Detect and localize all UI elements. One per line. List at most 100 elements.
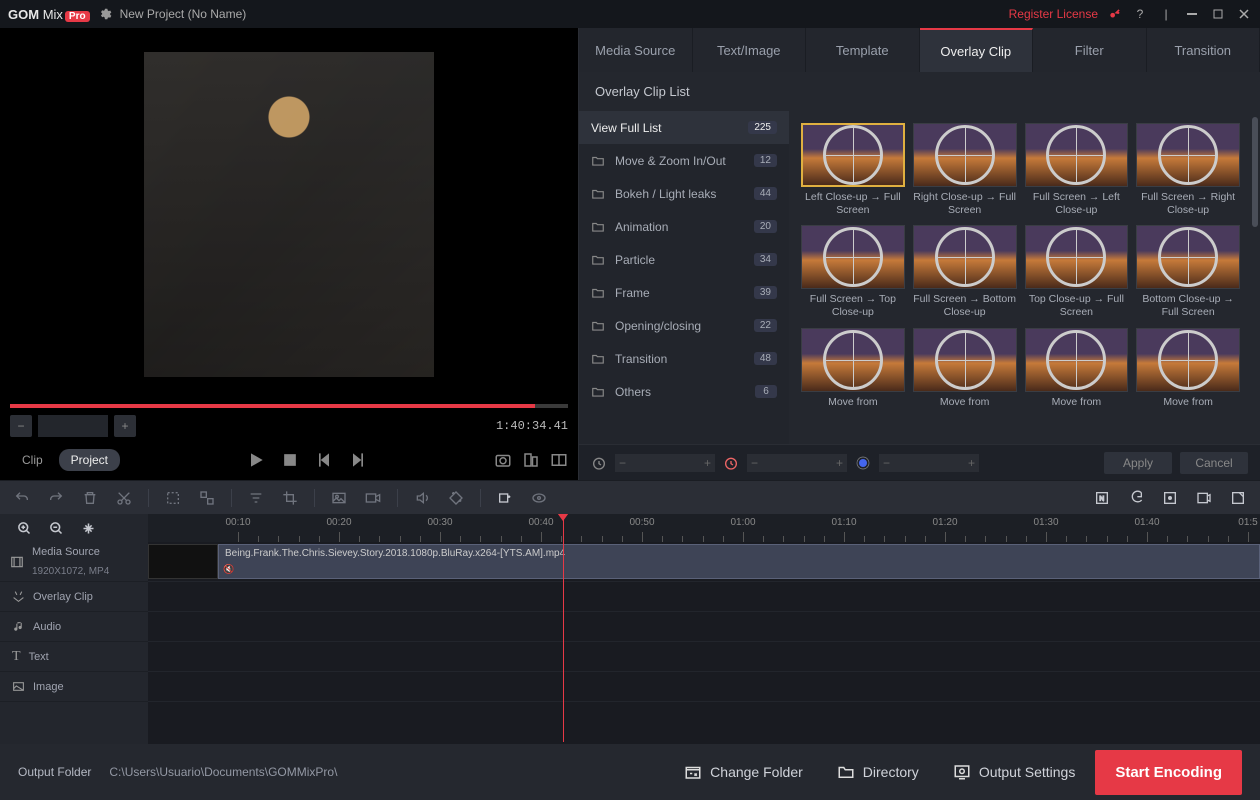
track-head-audio[interactable]: Audio [0,612,148,642]
panel-title: Overlay Clip List [579,72,1260,111]
timeline-ruler[interactable]: 00:1000:2000:3000:4000:5001:0001:1001:20… [148,514,1260,542]
delete-icon[interactable] [80,488,100,508]
duration-slider[interactable]: −+ [747,454,847,472]
media-clip[interactable]: Being.Frank.The.Chris.Sievey.Story.2018.… [218,544,1260,579]
track-head-text[interactable]: TText [0,642,148,672]
fit-icon[interactable] [78,518,98,538]
overlay-card[interactable]: Left Close-up → Full Screen [801,123,905,217]
text-lane[interactable] [148,642,1260,672]
select-icon[interactable] [163,488,183,508]
category-bokeh-light-leaks[interactable]: Bokeh / Light leaks44 [579,177,789,210]
overlay-card[interactable]: Move from [801,328,905,409]
svg-text:N: N [1099,495,1104,502]
image-lane[interactable] [148,672,1260,702]
category-opening-closing[interactable]: Opening/closing22 [579,309,789,342]
project-title: New Project (No Name) [120,7,247,21]
overlay-card[interactable]: Full Screen → Top Close-up [801,225,905,319]
tool-r3-icon[interactable] [1160,488,1180,508]
mode-project[interactable]: Project [59,449,120,471]
overlay-card[interactable]: Move from [913,328,1017,409]
output-settings-button[interactable]: Output Settings [939,755,1090,789]
close-icon[interactable] [1236,6,1252,22]
overlay-card[interactable]: Bottom Close-up → Full Screen [1136,225,1240,319]
output-folder-path: C:\Users\Usuario\Documents\GOMMixPro\ [109,765,337,779]
clip-thumb[interactable] [148,544,218,579]
category-transition[interactable]: Transition48 [579,342,789,375]
stepper-input[interactable] [38,415,108,437]
overlay-card[interactable]: Move from [1136,328,1240,409]
stop-icon[interactable] [280,450,300,470]
apply-button[interactable]: Apply [1104,452,1172,474]
overlay-lane[interactable] [148,582,1260,612]
tab-text-image[interactable]: Text/Image [693,28,807,72]
next-frame-icon[interactable] [348,450,368,470]
timecode: 1:40:34.41 [496,419,568,433]
maximize-icon[interactable] [1210,6,1226,22]
tab-overlay-clip[interactable]: Overlay Clip [920,28,1034,72]
tool-r5-icon[interactable] [1228,488,1248,508]
group-icon[interactable] [197,488,217,508]
screenshot-icon[interactable] [494,451,512,469]
start-encoding-button[interactable]: Start Encoding [1095,750,1242,795]
video-preview[interactable] [10,28,568,400]
overlay-card[interactable]: Right Close-up → Full Screen [913,123,1017,217]
mode-clip[interactable]: Clip [10,449,55,471]
tab-filter[interactable]: Filter [1033,28,1147,72]
snap-icon[interactable] [495,488,515,508]
track-head-image[interactable]: Image [0,672,148,702]
mute-icon[interactable]: 🔇 [223,564,234,575]
overlay-card[interactable]: Move from [1025,328,1129,409]
scrub-bar[interactable] [10,404,568,408]
category-view-full-list[interactable]: View Full List225 [579,111,789,144]
category-frame[interactable]: Frame39 [579,276,789,309]
image-tool-icon[interactable] [329,488,349,508]
track-head-media[interactable]: Media Source 1920X1072, MP4 [0,542,148,582]
overlay-card[interactable]: Top Close-up → Full Screen [1025,225,1129,319]
track-head-overlay[interactable]: Overlay Clip [0,582,148,612]
undo-icon[interactable] [12,488,32,508]
prev-frame-icon[interactable] [314,450,334,470]
overlay-card[interactable]: Full Screen → Right Close-up [1136,123,1240,217]
video-tool-icon[interactable] [363,488,383,508]
play-icon[interactable] [246,450,266,470]
start-time-slider[interactable]: −+ [615,454,715,472]
filter-icon[interactable] [246,488,266,508]
scrollbar[interactable] [1252,111,1258,444]
directory-button[interactable]: Directory [823,755,933,789]
change-folder-button[interactable]: Change Folder [670,755,817,789]
zoom-in-icon[interactable] [14,518,34,538]
zoom-out-icon[interactable] [46,518,66,538]
audio-tool-icon[interactable] [412,488,432,508]
record-icon [855,455,871,471]
tool-r4-icon[interactable] [1194,488,1214,508]
tool-r1-icon[interactable]: N [1092,488,1112,508]
media-lane[interactable]: Being.Frank.The.Chris.Sievey.Story.2018.… [148,542,1260,582]
aspect-icon[interactable] [550,451,568,469]
category-move-zoom-in-out[interactable]: Move & Zoom In/Out12 [579,144,789,177]
output-size-icon[interactable] [522,451,540,469]
crop-icon[interactable] [280,488,300,508]
tab-template[interactable]: Template [806,28,920,72]
record-slider[interactable]: −+ [879,454,979,472]
cut-icon[interactable] [114,488,134,508]
category-others[interactable]: Others6 [579,375,789,408]
category-particle[interactable]: Particle34 [579,243,789,276]
stepper-minus[interactable]: − [10,415,32,437]
register-license-link[interactable]: Register License [1009,7,1098,21]
gear-icon[interactable] [98,7,112,21]
overlay-card[interactable]: Full Screen → Bottom Close-up [913,225,1017,319]
tab-transition[interactable]: Transition [1147,28,1260,72]
category-animation[interactable]: Animation20 [579,210,789,243]
tab-media-source[interactable]: Media Source [579,28,693,72]
key-icon[interactable] [1108,7,1122,21]
cancel-button[interactable]: Cancel [1180,452,1248,474]
help-icon[interactable]: ? [1132,6,1148,22]
audio-lane[interactable] [148,612,1260,642]
overlay-card[interactable]: Full Screen → Left Close-up [1025,123,1129,217]
redo-icon[interactable] [46,488,66,508]
marker-icon[interactable] [529,488,549,508]
tool-r2-icon[interactable] [1126,488,1146,508]
effects-tool-icon[interactable] [446,488,466,508]
stepper-plus[interactable]: + [114,415,136,437]
minimize-icon[interactable] [1184,6,1200,22]
